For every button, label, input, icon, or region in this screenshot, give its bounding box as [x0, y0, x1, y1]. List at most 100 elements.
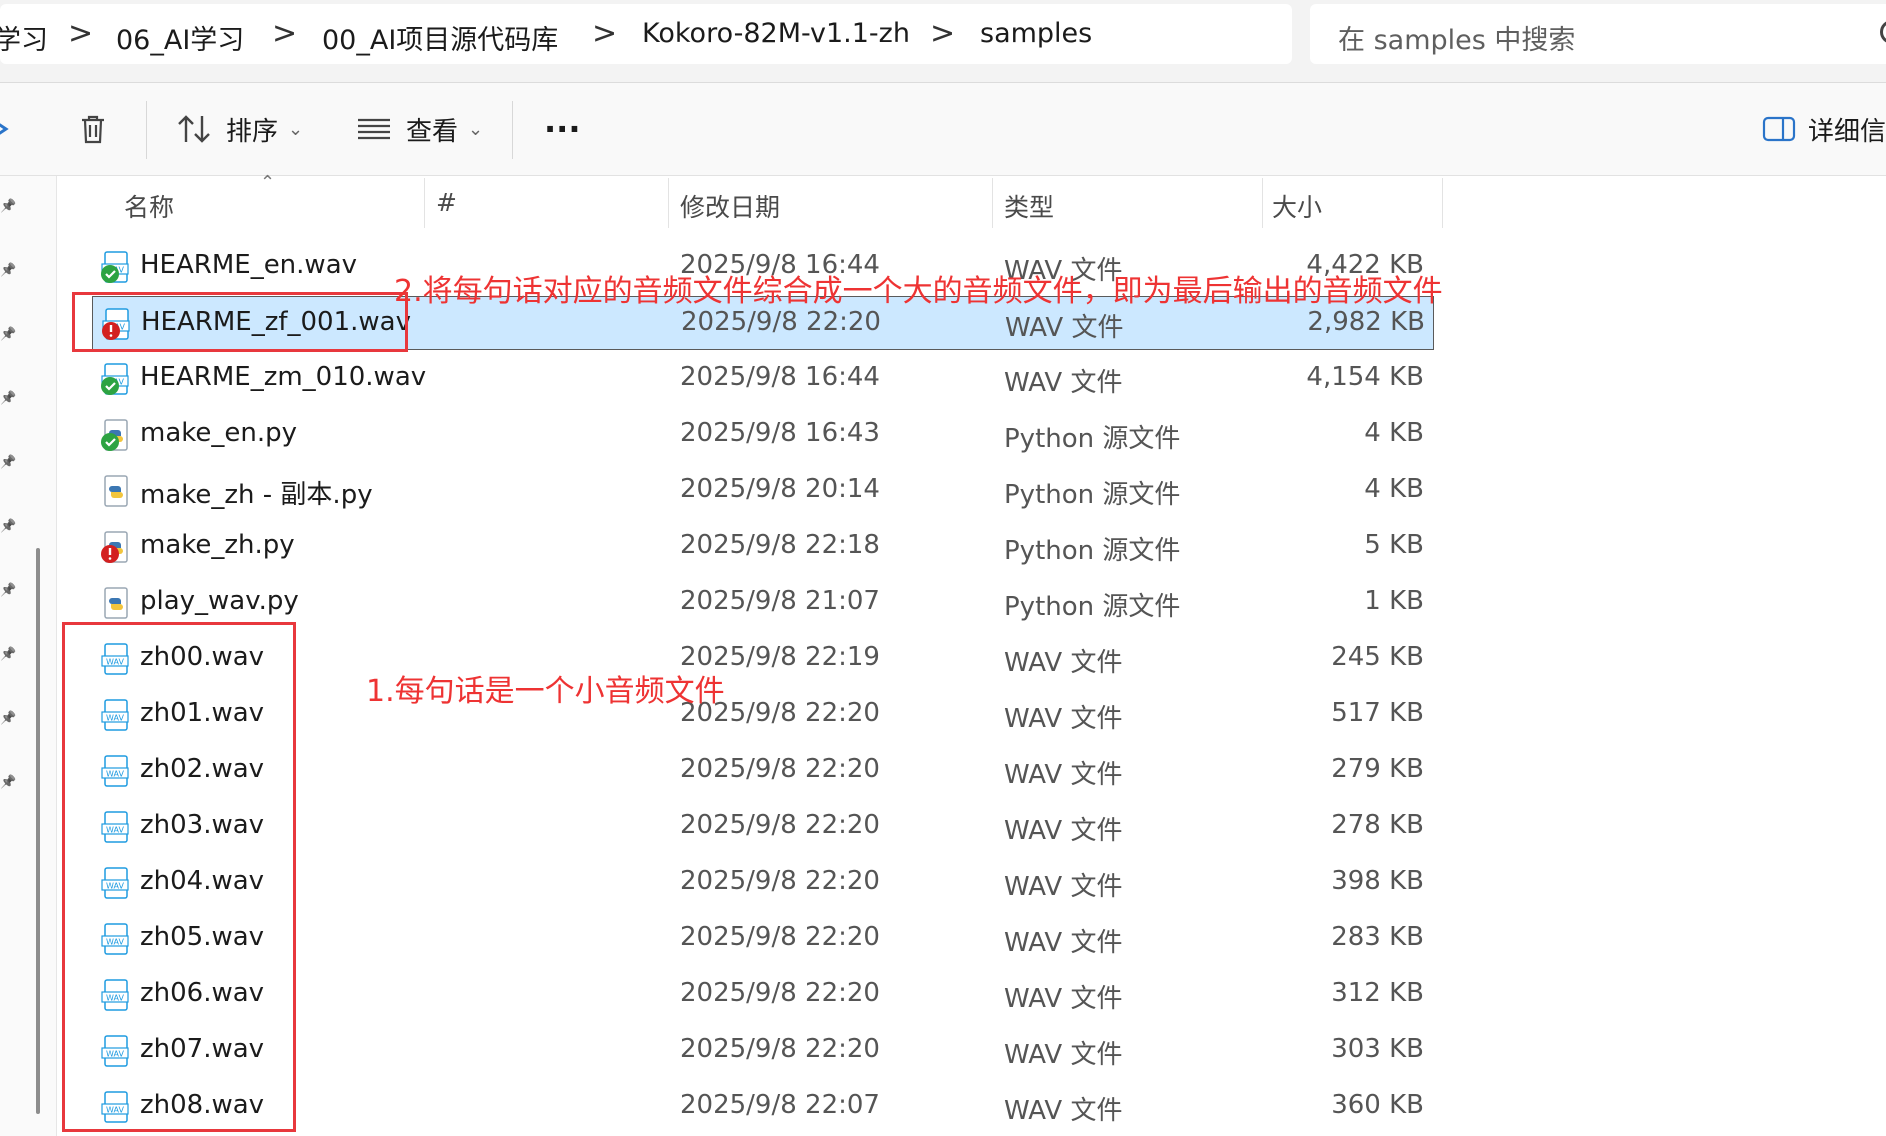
- pin-icon[interactable]: 📌: [0, 712, 16, 726]
- search-input[interactable]: 在 samples 中搜索: [1338, 18, 1575, 57]
- column-header-number[interactable]: #: [436, 188, 457, 217]
- toolbar-divider: [512, 101, 513, 159]
- file-size: 4 KB: [1364, 474, 1424, 504]
- file-type: Python 源文件: [1004, 480, 1181, 510]
- file-size: 303 KB: [1331, 1034, 1424, 1064]
- file-date: 2025/9/8 22:20: [680, 810, 880, 840]
- file-date: 2025/9/8 22:20: [680, 754, 880, 784]
- file-size: 312 KB: [1331, 978, 1424, 1008]
- file-size: 5 KB: [1364, 530, 1424, 560]
- file-type: WAV 文件: [1004, 368, 1123, 398]
- search-icon[interactable]: [1880, 20, 1886, 44]
- command-bar: 排序 ⌄ 查看 ⌄ ··· 详细信息: [0, 83, 1886, 176]
- column-divider: [992, 178, 993, 228]
- file-size: 398 KB: [1331, 866, 1424, 896]
- file-date: 2025/9/8 22:20: [681, 307, 881, 337]
- file-type: WAV 文件: [1004, 760, 1123, 790]
- file-date: 2025/9/8 21:07: [680, 586, 880, 616]
- sync-error-python-icon: [100, 530, 130, 564]
- pin-icon[interactable]: 📌: [0, 328, 16, 342]
- share-icon[interactable]: [0, 83, 14, 175]
- column-divider: [1262, 178, 1263, 228]
- file-row[interactable]: WAV HEARME_zm_010.wav 2025/9/8 16:44 WAV 文件…: [92, 352, 1432, 406]
- delete-button[interactable]: [76, 83, 110, 175]
- file-date: 2025/9/8 22:20: [680, 922, 880, 952]
- synced-python-icon: [100, 418, 130, 452]
- pin-icon[interactable]: 📌: [0, 648, 16, 662]
- column-divider: [424, 178, 425, 228]
- file-date: 2025/9/8 16:44: [680, 362, 880, 392]
- file-type: Python 源文件: [1004, 424, 1181, 454]
- trash-icon: [82, 115, 104, 144]
- file-type: WAV 文件: [1004, 648, 1123, 678]
- python-file-icon: [100, 474, 130, 508]
- file-type: WAV 文件: [1005, 313, 1124, 343]
- breadcrumb[interactable]: 学习 > 06_AI学习 > 00_AI项目源代码库 > Kokoro-82M-…: [0, 4, 1292, 64]
- details-pane-icon: [1762, 116, 1796, 142]
- file-size: 245 KB: [1331, 642, 1424, 672]
- file-name: HEARME_en.wav: [140, 250, 358, 280]
- pin-icon[interactable]: 📌: [0, 264, 16, 278]
- address-bar-area: 学习 > 06_AI学习 > 00_AI项目源代码库 > Kokoro-82M-…: [0, 0, 1886, 83]
- column-header-size[interactable]: 大小: [1272, 188, 1322, 224]
- annotation-box-sentence-files: [62, 622, 296, 1132]
- file-date: 2025/9/8 22:18: [680, 530, 880, 560]
- file-row[interactable]: make_zh.py 2025/9/8 22:18 Python 源文件 5 KB: [92, 520, 1432, 574]
- annotation-note-merge: 2.将每句话对应的音频文件综合成一个大的音频文件，即为最后输出的音频文件: [394, 274, 1443, 309]
- file-row[interactable]: make_zh - 副本.py 2025/9/8 20:14 Python 源文件 4…: [92, 464, 1432, 518]
- sort-label: 排序: [226, 116, 279, 147]
- file-type: WAV 文件: [1004, 1040, 1123, 1070]
- pin-icon[interactable]: 📌: [0, 776, 16, 790]
- chevron-right-icon[interactable]: >: [592, 16, 617, 51]
- file-date: 2025/9/8 22:20: [680, 978, 880, 1008]
- annotation-box-merged-file: [72, 292, 408, 352]
- file-type: WAV 文件: [1004, 704, 1123, 734]
- search-box[interactable]: 在 samples 中搜索: [1310, 4, 1886, 64]
- breadcrumb-item[interactable]: 学习: [0, 18, 48, 57]
- file-type: WAV 文件: [1004, 928, 1123, 958]
- annotation-note-sentences: 1.每句话是一个小音频文件: [366, 674, 725, 709]
- pin-icon[interactable]: 📌: [0, 456, 16, 470]
- breadcrumb-item-current[interactable]: samples: [980, 18, 1092, 49]
- details-label: 详细信息: [1808, 116, 1886, 147]
- toolbar-divider: [146, 101, 147, 159]
- file-date: 2025/9/8 22:20: [680, 1034, 880, 1064]
- file-size: 1 KB: [1364, 586, 1424, 616]
- chevron-right-icon[interactable]: >: [930, 16, 955, 51]
- file-date: 2025/9/8 20:14: [680, 474, 880, 504]
- breadcrumb-item[interactable]: 06_AI学习: [116, 18, 244, 57]
- column-divider: [1442, 178, 1443, 228]
- details-pane-button[interactable]: 详细信息: [1762, 83, 1886, 175]
- file-name: make_zh.py: [140, 530, 295, 560]
- file-name: play_wav.py: [140, 586, 299, 616]
- sort-button[interactable]: 排序 ⌄: [176, 83, 303, 175]
- chevron-down-icon: ⌄: [468, 118, 484, 140]
- file-type: WAV 文件: [1004, 816, 1123, 846]
- file-name: make_zh - 副本.py: [140, 480, 373, 510]
- file-type: WAV 文件: [1004, 984, 1123, 1014]
- column-header-date[interactable]: 修改日期: [680, 188, 780, 224]
- chevron-right-icon[interactable]: >: [272, 16, 297, 51]
- pin-icon[interactable]: 📌: [0, 392, 16, 406]
- chevron-right-icon[interactable]: >: [68, 16, 93, 51]
- pin-icon[interactable]: 📌: [0, 520, 16, 534]
- column-header-row: 名称 # 修改日期 类型 大小: [0, 176, 1440, 231]
- file-size: 360 KB: [1331, 1090, 1424, 1120]
- breadcrumb-item[interactable]: Kokoro-82M-v1.1-zh: [642, 18, 910, 49]
- breadcrumb-item[interactable]: 00_AI项目源代码库: [322, 18, 558, 57]
- column-header-name[interactable]: 名称: [124, 188, 174, 224]
- column-header-type[interactable]: 类型: [1004, 188, 1054, 224]
- view-button[interactable]: 查看 ⌄: [356, 83, 483, 175]
- file-type: WAV 文件: [1004, 872, 1123, 902]
- file-size: 278 KB: [1331, 810, 1424, 840]
- pin-icon[interactable]: 📌: [0, 584, 16, 598]
- file-type: WAV 文件: [1004, 1096, 1123, 1126]
- file-name: HEARME_zm_010.wav: [140, 362, 427, 392]
- file-size: 4 KB: [1364, 418, 1424, 448]
- file-size: 4,154 KB: [1306, 362, 1424, 392]
- more-options-button[interactable]: ···: [544, 83, 580, 175]
- column-divider: [668, 178, 669, 228]
- nav-scrollbar[interactable]: [36, 548, 40, 1114]
- view-label: 查看: [406, 116, 459, 147]
- file-row[interactable]: make_en.py 2025/9/8 16:43 Python 源文件 4 KB: [92, 408, 1432, 462]
